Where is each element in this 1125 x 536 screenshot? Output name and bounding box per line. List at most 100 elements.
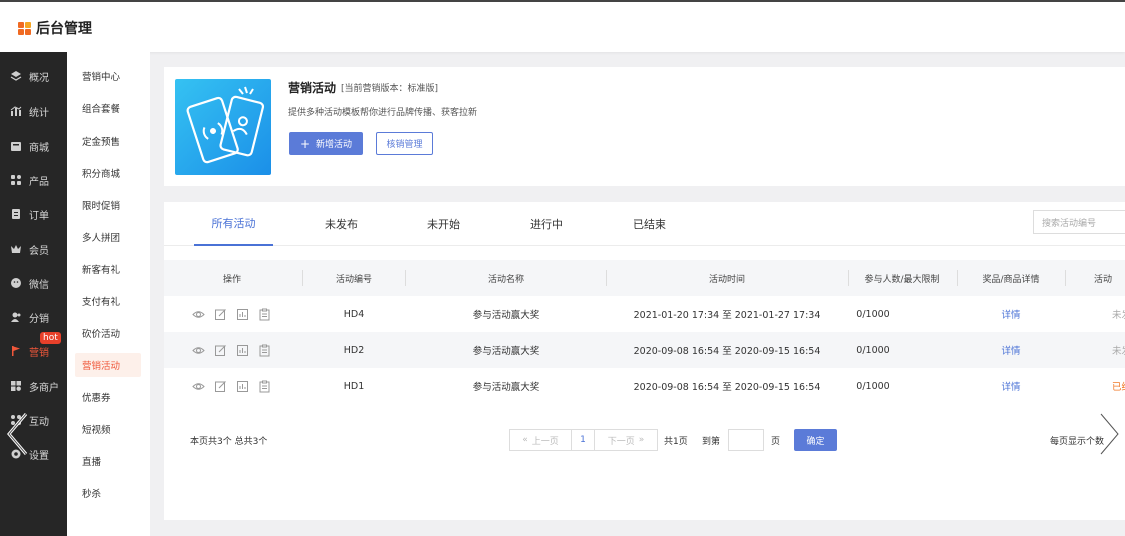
sidebar-item-overview[interactable]: 概况 [0,60,67,92]
submenu-item[interactable]: 直播 [75,449,141,473]
app-logo[interactable]: 后台管理 [18,18,92,38]
submenu-item[interactable]: 定金预售 [75,129,141,153]
clipboard-icon[interactable] [258,308,271,321]
row-actions [192,296,271,332]
submenu-item[interactable]: 优惠券 [75,385,141,409]
submenu-item[interactable]: 多人拼团 [75,225,141,249]
sidebar-item-label: 分销 [29,313,49,325]
add-activity-label: 新增活动 [316,140,353,150]
double-chevron-left-icon: « [522,435,528,445]
chevron-right-icon[interactable] [1097,410,1123,458]
sidebar-item-wechat[interactable]: 微信 [0,267,67,299]
view-icon[interactable] [192,308,205,321]
tab-ended[interactable]: 已结束 [612,202,687,246]
app-title: 后台管理 [36,21,92,37]
tab-all[interactable]: 所有活动 [194,202,273,246]
sidebar-item-merchants[interactable]: 多商户 [0,370,67,402]
top-bar: 后台管理 [0,0,1125,52]
stats-icon[interactable] [236,344,249,357]
column-header: 操作 [222,274,241,285]
sidebar-item-label: 微信 [29,279,49,291]
status-tabs: 所有活动 未发布 未开始 进行中 已结束 搜索活动编号 [164,202,1125,246]
grid-icon [10,174,22,186]
status-text: 未发 [1112,346,1125,357]
confirm-page-button[interactable]: 确定 [794,429,837,451]
store-icon [10,140,22,152]
activity-time: 2020-09-08 16:54 至 2020-09-15 16:54 [633,346,821,357]
sidebar-item-stats[interactable]: 统计 [0,95,67,127]
sidebar-item-product[interactable]: 产品 [0,164,67,196]
activity-time: 2021-01-20 17:34 至 2021-01-27 17:34 [633,310,821,321]
submenu-item-active[interactable]: 营销活动 [75,353,141,377]
status-text: 未发 [1112,310,1125,321]
row-actions [192,368,271,404]
submenu-item[interactable]: 组合套餐 [75,96,141,120]
participant-count: 0/1000 [856,308,890,320]
per-page-label: 每页显示个数 [1050,437,1105,447]
submenu-item[interactable]: 积分商城 [75,161,141,185]
edit-icon[interactable] [214,380,227,393]
merchant-icon [10,380,22,392]
page-number-button[interactable]: 1 [571,429,595,451]
search-input[interactable]: 搜索活动编号 [1033,210,1125,234]
pager-summary: 本页共3个 总共3个 [190,437,268,447]
column-header: 参与人数/最大限制 [864,274,940,285]
plus-icon: + [299,136,311,151]
activity-list-card: 所有活动 未发布 未开始 进行中 已结束 搜索活动编号 操作 活动编号 活动名称… [164,202,1125,520]
verify-manage-button[interactable]: 核销管理 [376,132,433,155]
chevron-left-icon[interactable] [4,410,30,458]
tab-in-progress[interactable]: 进行中 [509,202,584,246]
sidebar-item-orders[interactable]: 订单 [0,198,67,230]
add-activity-button[interactable]: + 新增活动 [289,132,363,155]
activity-time: 2020-09-08 16:54 至 2020-09-15 16:54 [633,382,821,393]
table-row: HD2 参与活动赢大奖 2020-09-08 16:54 至 2020-09-1… [164,332,1125,368]
prev-page-label: 上一页 [531,436,559,447]
detail-link[interactable]: 详情 [957,332,1065,368]
goto-label: 到第 [702,437,721,447]
submenu-item[interactable]: 限时促销 [75,193,141,217]
submenu-item[interactable]: 短视频 [75,417,141,441]
submenu-item[interactable]: 新客有礼 [75,257,141,281]
clipboard-icon[interactable] [258,380,271,393]
stats-icon[interactable] [236,308,249,321]
page-unit-label: 页 [771,437,781,447]
submenu-item[interactable]: 支付有礼 [75,289,141,313]
version-label: [当前营销版本：标准版] [341,84,439,94]
logo-icon [18,21,31,35]
activity-id: HD1 [343,380,365,392]
activity-name: 参与活动赢大奖 [472,382,540,393]
submenu-item[interactable]: 砍价活动 [75,321,141,345]
chart-icon [10,105,22,117]
edit-icon[interactable] [214,344,227,357]
next-page-label: 下一页 [607,436,635,447]
activity-id: HD4 [343,308,365,320]
tab-unpublished[interactable]: 未发布 [304,202,379,246]
tab-not-started[interactable]: 未开始 [406,202,481,246]
prev-page-button[interactable]: « 上一页 [509,429,572,451]
view-icon[interactable] [192,344,205,357]
sidebar-item-distribution[interactable]: 分销 [0,301,67,333]
intro-description: 提供多种活动模板帮你进行品牌传播、获客拉新 [288,108,478,118]
submenu-item[interactable]: 秒杀 [75,481,141,505]
goto-page-input[interactable] [728,429,764,451]
column-header: 活动时间 [708,274,745,285]
clipboard-icon[interactable] [258,344,271,357]
double-chevron-right-icon: » [638,435,645,445]
next-page-button[interactable]: 下一页 » [594,429,658,451]
view-icon[interactable] [192,380,205,393]
submenu-item[interactable]: 营销中心 [75,64,141,88]
table-header: 操作 活动编号 活动名称 活动时间 参与人数/最大限制 奖品/商品详情 活动 [164,260,1125,296]
column-header: 活动 [1094,274,1113,285]
sidebar-item-mall[interactable]: 商城 [0,130,67,162]
secondary-sidebar: 营销中心 组合套餐 定金预售 积分商城 限时促销 多人拼团 新客有礼 支付有礼 … [67,52,150,536]
table-row: HD1 参与活动赢大奖 2020-09-08 16:54 至 2020-09-1… [164,368,1125,404]
sidebar-item-members[interactable]: 会员 [0,233,67,265]
detail-link[interactable]: 详情 [957,296,1065,332]
sidebar-item-label: 订单 [29,210,49,222]
sidebar-item-label: 营销 [29,347,49,359]
table-row: HD4 参与活动赢大奖 2021-01-20 17:34 至 2021-01-2… [164,296,1125,332]
stats-icon[interactable] [236,380,249,393]
detail-link[interactable]: 详情 [957,368,1065,404]
intro-title: 营销活动 [288,81,337,95]
edit-icon[interactable] [214,308,227,321]
